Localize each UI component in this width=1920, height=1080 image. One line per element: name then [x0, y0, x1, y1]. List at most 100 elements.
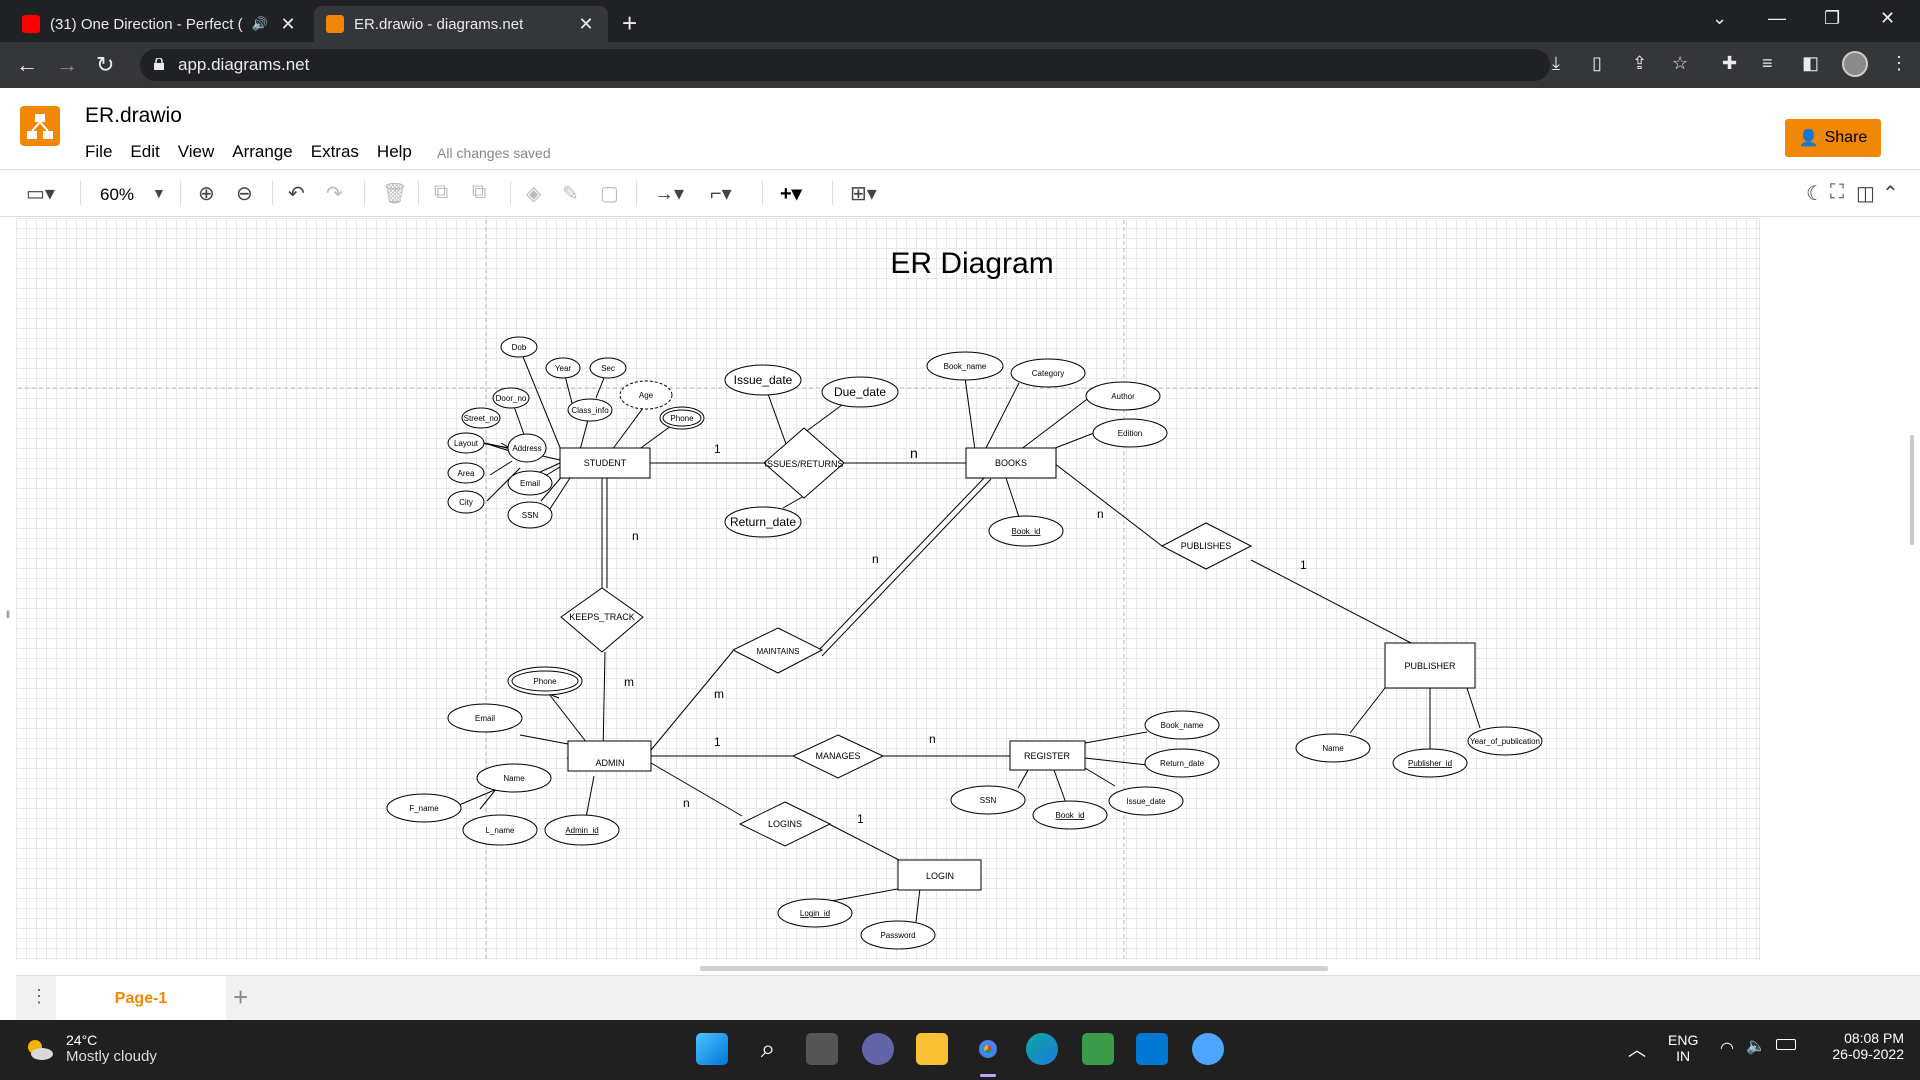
page-icon[interactable]: ▯ — [1592, 53, 1602, 74]
fullscreen-icon[interactable]: ⛶ — [1830, 181, 1844, 204]
photos-icon[interactable] — [1082, 1033, 1114, 1065]
to-back-icon[interactable]: ⧉ — [472, 181, 486, 204]
page-tab[interactable]: Page-1 — [56, 976, 226, 1021]
vertical-scrollbar[interactable] — [1910, 435, 1914, 545]
menu-arrange[interactable]: Arrange — [232, 142, 292, 162]
profile-avatar[interactable] — [1842, 51, 1868, 77]
extensions-icon[interactable]: ✚ — [1722, 53, 1737, 74]
sidebar-handle[interactable]: ‖ — [6, 610, 10, 621]
collapse-icon[interactable]: ⌃ — [1882, 181, 1899, 206]
weather-text: Mostly cloudy — [66, 1048, 157, 1065]
attr-label: Edition — [1118, 429, 1142, 438]
close-window-button[interactable]: ✕ — [1880, 8, 1895, 29]
format-toggle-icon[interactable]: ◫ — [1856, 181, 1875, 206]
attr-label: Book_id — [1056, 811, 1085, 820]
horizontal-scrollbar[interactable] — [700, 966, 1328, 971]
battery-icon[interactable] — [1776, 1039, 1796, 1050]
close-tab-icon[interactable]: ✕ — [278, 14, 298, 35]
menu-view[interactable]: View — [178, 142, 215, 162]
system-tray-chevron-icon[interactable]: ︿ — [1628, 1036, 1646, 1062]
forward-button[interactable]: → — [56, 52, 78, 78]
menu-file[interactable]: File — [85, 142, 112, 162]
cardinality-label: 1 — [857, 812, 864, 826]
attr-label: Login_id — [800, 909, 830, 918]
new-tab-button[interactable]: + — [622, 8, 637, 39]
shadow-icon[interactable]: ▢ — [600, 181, 619, 206]
weather-widget[interactable]: 24°C Mostly cloudy — [24, 1032, 157, 1065]
zoom-dropdown-icon[interactable]: ▼ — [152, 185, 166, 201]
zoom-in-icon[interactable]: ⊕ — [198, 181, 215, 206]
attr-label: Age — [639, 391, 654, 400]
connection-icon[interactable]: →▾ — [654, 181, 684, 206]
rel-publishes-label: PUBLISHES — [1181, 541, 1232, 551]
language-indicator[interactable]: ENG IN — [1668, 1032, 1698, 1064]
table-icon[interactable]: ⊞▾ — [850, 181, 877, 206]
to-front-icon[interactable]: ⧉ — [434, 181, 448, 204]
share-button[interactable]: 👤 Share — [1785, 119, 1881, 157]
chrome-icon[interactable] — [972, 1033, 1004, 1065]
attr-label: Street_no — [464, 414, 499, 423]
attr-label: Category — [1032, 369, 1064, 378]
diagram-canvas[interactable]: ER Diagram STUDENT BOOKS PUBLISHER ADMIN… — [16, 218, 1760, 960]
url-field[interactable]: app.diagrams.net — [140, 49, 1550, 81]
format-panel-icon[interactable]: ▭▾ — [26, 181, 55, 206]
minimize-button[interactable]: — — [1768, 8, 1786, 29]
line-color-icon[interactable]: ✎ — [562, 181, 579, 206]
chrome-menu-icon[interactable]: ⋮ — [1890, 53, 1908, 74]
attr-label: Layout — [454, 439, 479, 448]
dark-mode-icon[interactable]: ☾ — [1806, 181, 1824, 206]
fill-color-icon[interactable]: ◈ — [526, 181, 541, 206]
teams-chat-icon[interactable] — [862, 1033, 894, 1065]
tab-youtube[interactable]: (31) One Direction - Perfect ( 🔊 ✕ — [10, 6, 310, 42]
divider — [364, 181, 365, 205]
menu-extras[interactable]: Extras — [311, 142, 359, 162]
menu-edit[interactable]: Edit — [130, 142, 159, 162]
cardinality-label: n — [929, 732, 936, 746]
speaker-icon[interactable]: 🔊 — [252, 16, 268, 32]
bookmark-star-icon[interactable]: ☆ — [1672, 53, 1688, 74]
zoom-level[interactable]: 60% — [100, 185, 134, 205]
media-icon[interactable]: ≡ — [1762, 53, 1773, 74]
cardinality-label: 1 — [1300, 558, 1307, 572]
redo-icon[interactable]: ↷ — [326, 181, 343, 206]
task-view-icon[interactable] — [806, 1033, 838, 1065]
back-button[interactable]: ← — [16, 52, 38, 78]
search-icon[interactable]: ⌕ — [752, 1033, 784, 1065]
zoom-out-icon[interactable]: ⊖ — [236, 181, 253, 206]
tab-drawio[interactable]: ER.drawio - diagrams.net ✕ — [314, 6, 608, 42]
date: 26-09-2022 — [1832, 1046, 1904, 1062]
sidepanel-icon[interactable]: ◧ — [1802, 53, 1819, 74]
restore-button[interactable]: ❐ — [1824, 8, 1840, 29]
insert-icon[interactable]: +▾ — [780, 181, 802, 206]
tab-title: ER.drawio - diagrams.net — [354, 15, 524, 33]
close-tab-icon[interactable]: ✕ — [576, 14, 596, 35]
clock[interactable]: 08:08 PM 26-09-2022 — [1810, 1030, 1904, 1062]
er-diagram[interactable]: ER Diagram STUDENT BOOKS PUBLISHER ADMIN… — [16, 218, 1760, 960]
attr-label: Email — [475, 714, 495, 723]
menu-help[interactable]: Help — [377, 142, 412, 162]
file-title[interactable]: ER.drawio — [85, 104, 182, 128]
volume-icon[interactable]: 🔈 — [1746, 1036, 1766, 1056]
attr-label: Phone — [533, 677, 557, 686]
install-icon[interactable]: ⤓ — [1552, 53, 1560, 74]
rel-issues-returns-label: ISSUES/RETURNS — [764, 459, 843, 469]
add-page-button[interactable]: + — [233, 982, 248, 1013]
edge-icon[interactable] — [1026, 1033, 1058, 1065]
entities — [559, 447, 1476, 891]
waypoints-icon[interactable]: ⌐▾ — [710, 181, 732, 206]
reload-button[interactable]: ↻ — [96, 52, 114, 78]
entity-publisher-label: PUBLISHER — [1404, 661, 1456, 671]
pages-menu-icon[interactable]: ⋮ — [30, 986, 48, 1007]
attr-label: Author — [1111, 392, 1135, 401]
diagram-title[interactable]: ER Diagram — [890, 247, 1053, 280]
wifi-icon[interactable]: ◠ — [1720, 1038, 1734, 1058]
vscode-icon[interactable] — [1136, 1033, 1168, 1065]
time: 08:08 PM — [1844, 1030, 1904, 1046]
tab-search-icon[interactable]: ⌄ — [1712, 8, 1727, 29]
app-icon[interactable] — [1192, 1033, 1224, 1065]
share-page-icon[interactable]: ⇪ — [1632, 53, 1647, 74]
windows-start-icon[interactable] — [696, 1033, 728, 1065]
delete-icon[interactable]: 🗑 — [382, 181, 407, 206]
undo-icon[interactable]: ↶ — [288, 181, 305, 206]
file-explorer-icon[interactable] — [916, 1033, 948, 1065]
